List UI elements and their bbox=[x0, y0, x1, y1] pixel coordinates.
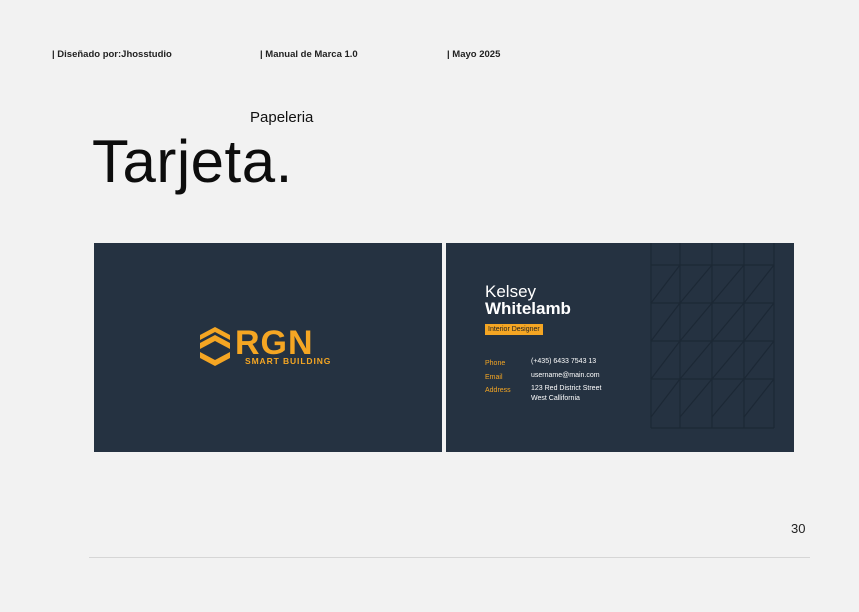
section-subtitle: Papeleria bbox=[250, 109, 314, 126]
hexagon-pattern-graphic bbox=[650, 243, 775, 429]
email-label: Email bbox=[485, 374, 503, 381]
header-designer: | Diseñado por:Jhosstudio bbox=[52, 49, 172, 60]
hexagon-logo-icon bbox=[200, 327, 230, 366]
address-line-1: 123 Red District Street bbox=[531, 385, 602, 392]
brand-logo: RGN SMART BUILDING bbox=[197, 325, 339, 370]
phone-value: (+435) 6433 7543 13 bbox=[531, 358, 597, 365]
page-title: Tarjeta. bbox=[92, 128, 293, 195]
card-role-badge: Interior Designer bbox=[485, 324, 543, 335]
phone-label: Phone bbox=[485, 360, 506, 367]
logo-tagline: SMART BUILDING bbox=[245, 356, 332, 366]
header-date: | Mayo 2025 bbox=[447, 49, 501, 60]
header-manual-version: | Manual de Marca 1.0 bbox=[260, 49, 358, 60]
card-last-name: Whitelamb bbox=[485, 299, 571, 318]
business-card-front: RGN SMART BUILDING bbox=[94, 243, 442, 452]
page-number: 30 bbox=[791, 521, 806, 536]
address-line-2: West Callifornia bbox=[531, 395, 580, 402]
footer-divider bbox=[89, 557, 810, 558]
address-label: Address bbox=[485, 387, 511, 394]
email-value: username@main.com bbox=[531, 372, 600, 379]
business-card-back: Kelsey Whitelamb Interior Designer Phone… bbox=[446, 243, 794, 452]
